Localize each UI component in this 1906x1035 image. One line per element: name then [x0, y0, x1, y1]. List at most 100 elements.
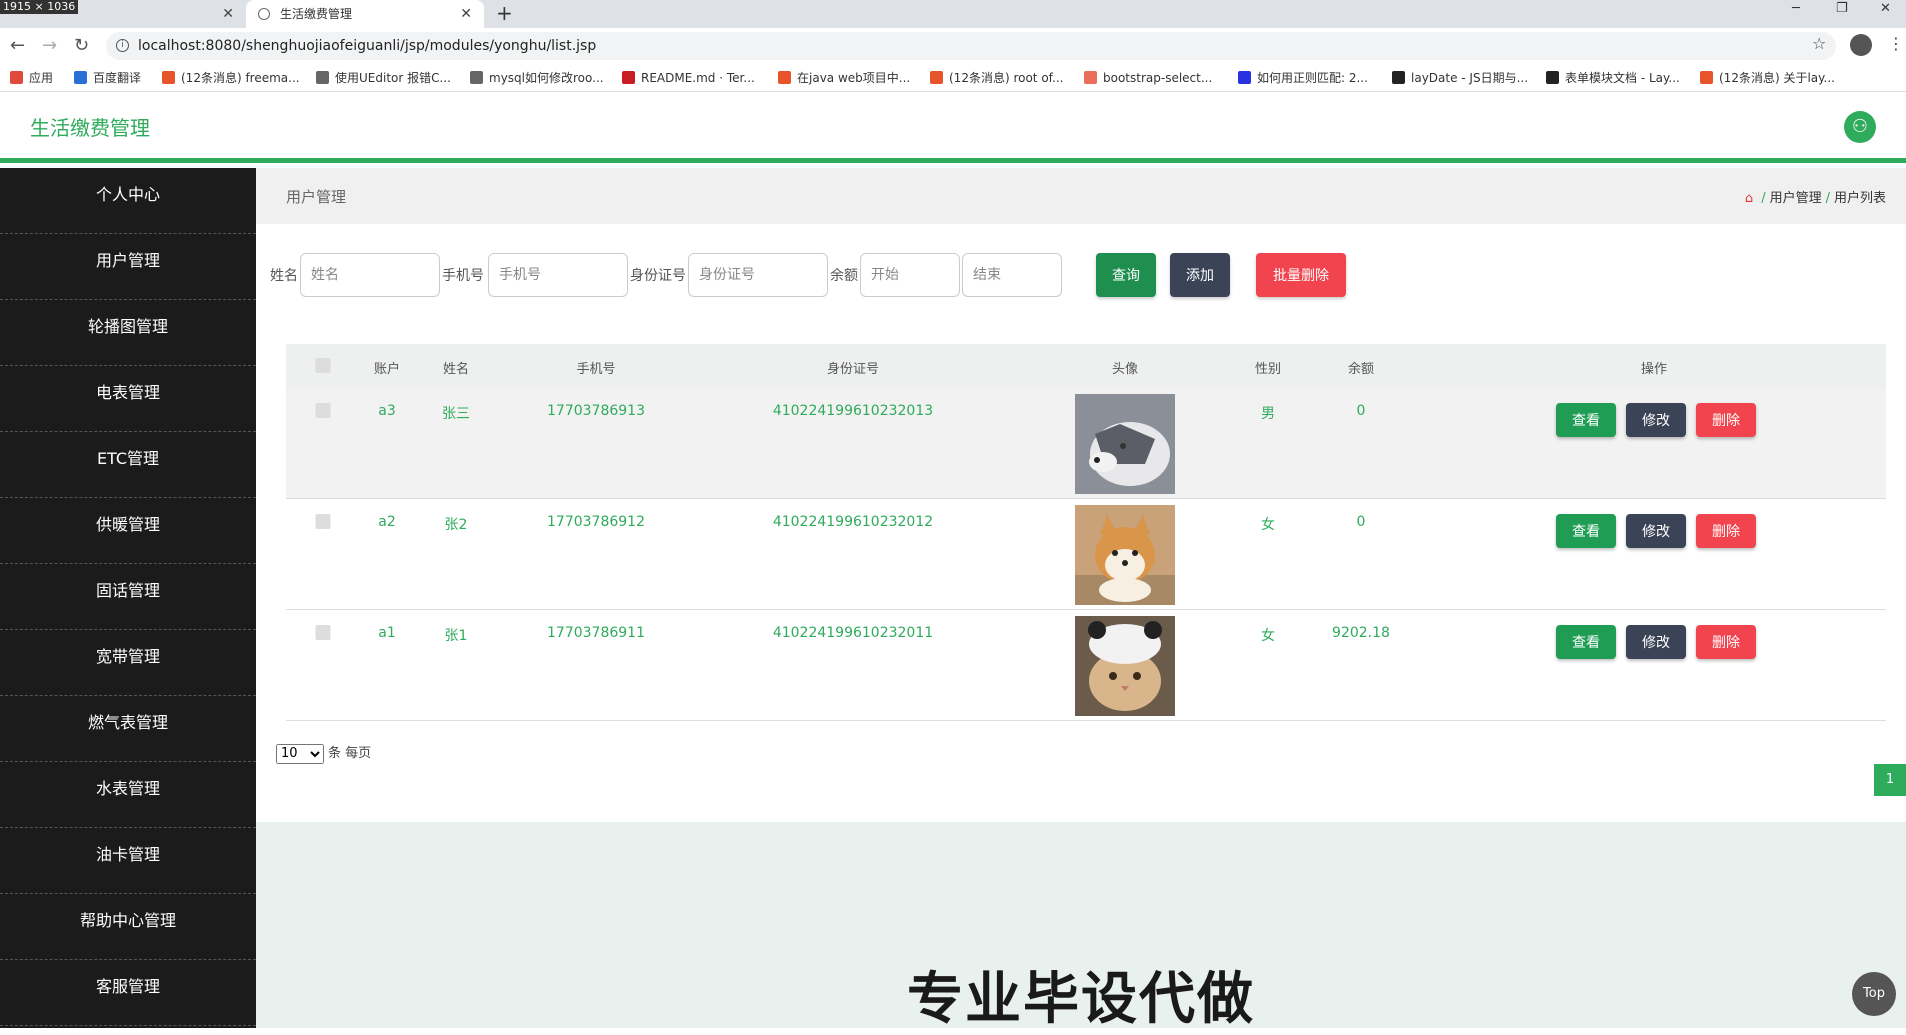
bookmark-label: bootstrap-select... [1103, 71, 1213, 85]
batch-delete-button[interactable]: 批量删除 [1256, 253, 1346, 297]
cell-phone: 17703786912 [547, 514, 645, 530]
bookmark-item[interactable]: 表单模块文档 - Lay... [1546, 64, 1680, 91]
bookmark-label: 在java web项目中... [797, 71, 911, 85]
shiba-photo [1075, 505, 1175, 605]
bookmark-item[interactable]: (12条消息) root of... [930, 64, 1063, 91]
sidebar-item[interactable]: 固话管理 [0, 564, 256, 630]
header-avatar: 头像 [1111, 362, 1139, 377]
menu-kebab-icon[interactable]: ⋮ [1888, 34, 1904, 53]
header-balance: 余额 [1347, 362, 1375, 377]
select-all-checkbox[interactable] [315, 358, 331, 373]
bookmark-label: 表单模块文档 - Lay... [1565, 71, 1680, 85]
forward-icon[interactable]: → [42, 32, 57, 60]
table-header: 账户 姓名 手机号 身份证号 头像 性别 余额 操作 [286, 344, 1886, 388]
sidebar-item[interactable]: 供暖管理 [0, 498, 256, 564]
bookmark-item[interactable]: (12条消息) 关于lay... [1700, 64, 1835, 91]
cell-account: a1 [378, 625, 396, 641]
balance-start-input[interactable] [860, 253, 960, 297]
breadcrumb-separator: / [1825, 191, 1830, 206]
sidebar-item[interactable]: 油卡管理 [0, 828, 256, 894]
sidebar-item[interactable]: 客服管理 [0, 960, 256, 1026]
id-card-input[interactable] [688, 253, 828, 297]
header-account: 账户 [373, 362, 401, 377]
bookmark-star-icon[interactable]: ☆ [1812, 34, 1826, 53]
cell-phone: 17703786911 [547, 625, 645, 641]
bookmark-item[interactable]: 百度翻译 [74, 64, 141, 91]
cell-name: 张2 [444, 517, 468, 533]
sidebar-item[interactable]: 电表管理 [0, 366, 256, 432]
phone-input[interactable] [488, 253, 628, 297]
cell-balance: 9202.18 [1332, 625, 1390, 641]
bookmark-item[interactable]: 在java web项目中... [778, 64, 911, 91]
header-gender: 性别 [1254, 362, 1282, 377]
address-bar-row: ← → ↻ i localhost:8080/shenghuojiaofeigu… [0, 28, 1906, 64]
url-input[interactable]: i localhost:8080/shenghuojiaofeiguanli/j… [106, 32, 1836, 60]
edit-button[interactable]: 修改 [1626, 514, 1686, 548]
balance-end-input[interactable] [962, 253, 1062, 297]
ueditor-icon [316, 71, 329, 84]
breadcrumb-separator: / [1761, 191, 1766, 206]
name-input[interactable] [300, 253, 440, 297]
bookmark-item[interactable]: 应用 [10, 64, 53, 91]
add-button[interactable]: 添加 [1170, 253, 1230, 297]
bookmark-label: (12条消息) freema... [181, 71, 300, 85]
edit-button[interactable]: 修改 [1626, 625, 1686, 659]
row-checkbox[interactable] [315, 625, 331, 640]
profile-avatar-icon[interactable] [1850, 34, 1872, 56]
bookmark-item[interactable]: mysql如何修改roo... [470, 64, 604, 91]
cell-name: 张1 [444, 628, 468, 644]
mysql-icon [470, 71, 483, 84]
sidebar-item[interactable]: 宽带管理 [0, 630, 256, 696]
bookmark-item[interactable]: 使用UEditor 报错C... [316, 64, 451, 91]
page-size-select[interactable]: 10 [276, 743, 324, 764]
close-window-icon[interactable]: ✕ [1880, 0, 1891, 18]
bookmark-item[interactable]: 如何用正则匹配: 2... [1238, 64, 1368, 91]
csdn-icon [162, 71, 175, 84]
close-icon[interactable]: ✕ [460, 0, 472, 28]
cell-balance: 0 [1356, 514, 1366, 530]
view-button[interactable]: 查看 [1556, 403, 1616, 437]
user-icon[interactable]: ⚇ [1844, 111, 1876, 143]
row-checkbox[interactable] [315, 514, 331, 529]
row-checkbox[interactable] [315, 403, 331, 418]
close-icon[interactable]: ✕ [222, 0, 234, 28]
sidebar-item[interactable]: 用户管理 [0, 234, 256, 300]
bookmark-label: mysql如何修改roo... [489, 71, 604, 85]
pagination-page-1[interactable]: 1 [1874, 764, 1906, 796]
breadcrumb-item-user-list: 用户列表 [1833, 191, 1886, 206]
bookmark-item[interactable]: layDate - JS日期与... [1392, 64, 1528, 91]
bookmark-item[interactable]: bootstrap-select... [1084, 64, 1213, 91]
sidebar-item[interactable]: 水表管理 [0, 762, 256, 828]
page-title: 用户管理 [286, 188, 347, 206]
husky-photo [1075, 394, 1175, 494]
edit-button[interactable]: 修改 [1626, 403, 1686, 437]
delete-button[interactable]: 删除 [1696, 625, 1756, 659]
delete-button[interactable]: 删除 [1696, 514, 1756, 548]
minimize-icon[interactable]: ─ [1792, 0, 1800, 18]
sidebar-item[interactable]: 燃气表管理 [0, 696, 256, 762]
bookmark-item[interactable]: README.md · Ter... [622, 64, 755, 91]
restore-icon[interactable]: ❐ [1836, 0, 1848, 18]
new-tab-button[interactable]: + [496, 0, 513, 26]
sidebar-item[interactable]: 个人中心 [0, 168, 256, 234]
dimension-label: 1915 × 1036 [0, 0, 79, 14]
csdn-icon [930, 71, 943, 84]
browser-tab-bar: 1915 × 1036 ✕ 生活缴费管理 ✕ + ─ ❐ ✕ [0, 0, 1906, 28]
sidebar-item[interactable]: ETC管理 [0, 432, 256, 498]
bookmark-item[interactable]: (12条消息) freema... [162, 64, 300, 91]
view-button[interactable]: 查看 [1556, 625, 1616, 659]
delete-button[interactable]: 删除 [1696, 403, 1756, 437]
back-icon[interactable]: ← [10, 32, 25, 60]
browser-tab-active[interactable]: 生活缴费管理 ✕ [246, 0, 484, 28]
tab-title: 生活缴费管理 [280, 7, 353, 21]
sidebar-item[interactable]: 轮播图管理 [0, 300, 256, 366]
back-to-top-button[interactable]: Top [1852, 972, 1896, 1016]
view-button[interactable]: 查看 [1556, 514, 1616, 548]
site-info-icon[interactable]: i [116, 39, 129, 52]
sidebar-item[interactable]: 帮助中心管理 [0, 894, 256, 960]
breadcrumb-item-users[interactable]: 用户管理 [1770, 191, 1822, 206]
reload-icon[interactable]: ↻ [74, 32, 89, 60]
query-button[interactable]: 查询 [1096, 253, 1156, 297]
home-icon[interactable]: ⌂ [1745, 191, 1753, 206]
cat-photo [1075, 616, 1175, 716]
